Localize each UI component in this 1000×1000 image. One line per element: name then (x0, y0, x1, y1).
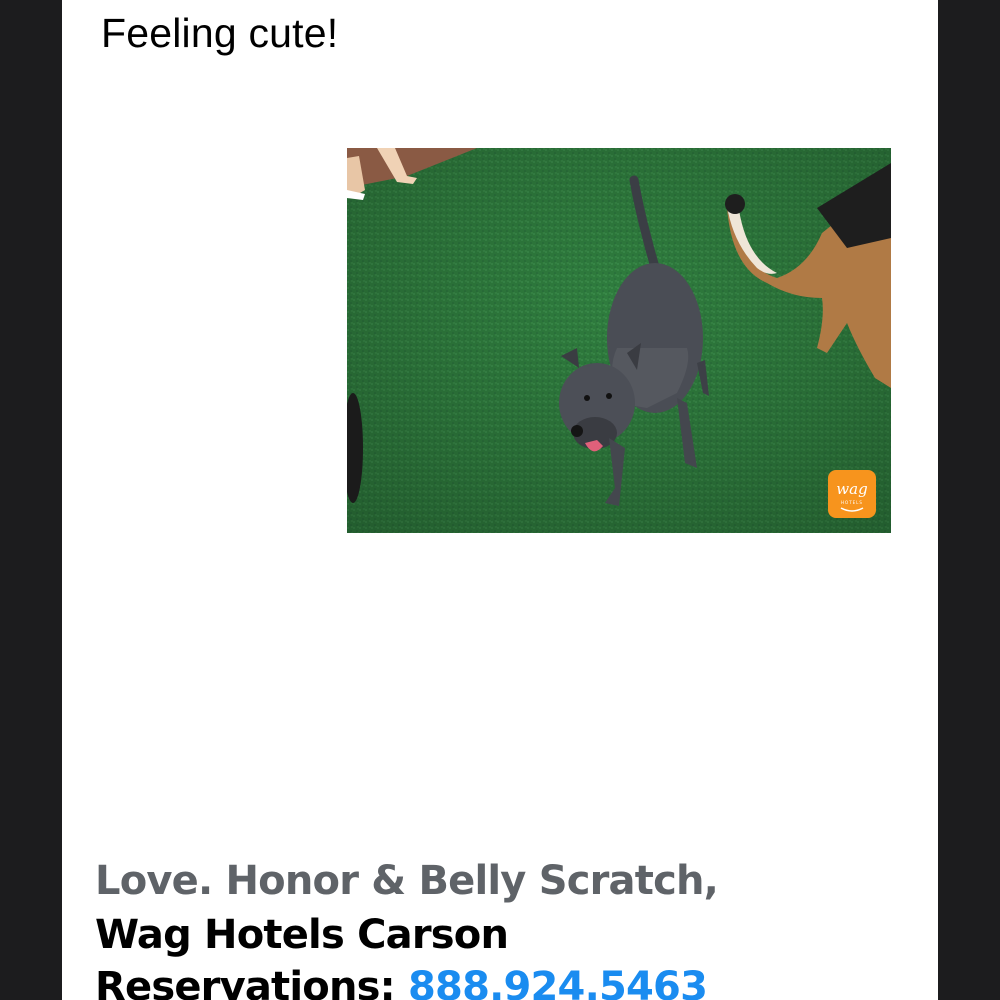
hotel-name: Wag Hotels Carson (95, 912, 509, 958)
svg-text:HOTELS: HOTELS (841, 500, 863, 505)
message-body: Feeling cute! wag HOTELS Love. Honor & B… (62, 0, 938, 1000)
svg-text:wag: wag (836, 480, 867, 498)
signoff-line: Love. Honor & Belly Scratch, (95, 858, 719, 904)
wag-logo-badge: wag HOTELS (828, 470, 876, 518)
reservations-line: Reservations: 888.924.5463 (95, 964, 708, 1000)
phone-link[interactable]: 888.924.5463 (408, 964, 708, 1000)
message-caption: Feeling cute! (101, 10, 339, 56)
dog-photo[interactable]: wag HOTELS (347, 148, 891, 533)
reservations-label: Reservations: (95, 964, 396, 1000)
